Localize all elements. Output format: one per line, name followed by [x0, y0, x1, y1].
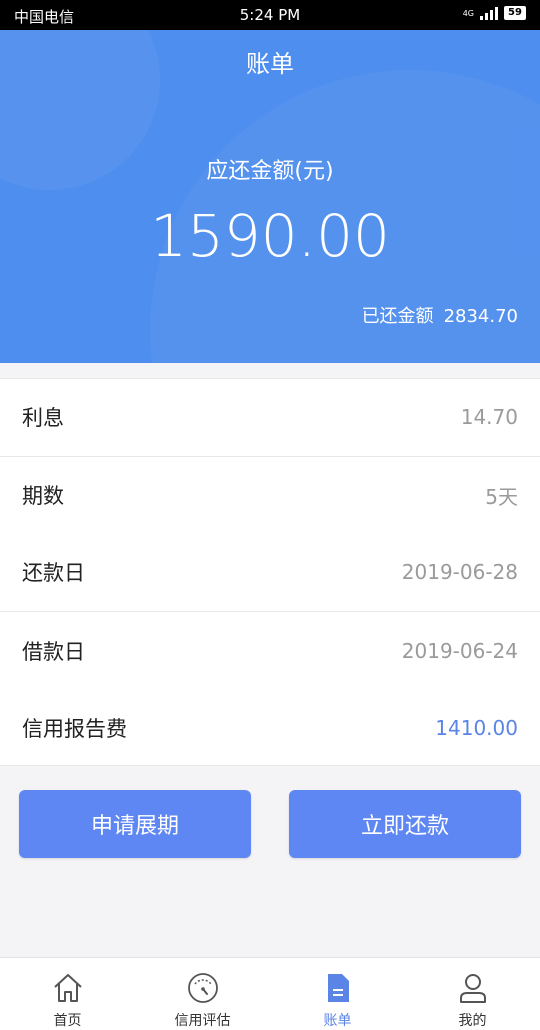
page-title: 账单: [246, 50, 294, 78]
detail-value: 2019-06-28: [401, 560, 518, 585]
paid-amount-row: 已还金额 2834.70: [362, 302, 518, 328]
detail-label: 期数: [22, 484, 64, 509]
detail-value: 2019-06-24: [401, 638, 518, 663]
clock: 5:24 PM: [239, 6, 301, 24]
detail-value: 14.70: [460, 405, 518, 430]
home-icon: [53, 974, 82, 1002]
user-icon: [459, 974, 486, 1003]
status-icons: 4G 59: [463, 6, 526, 20]
tab-label: 账单: [323, 1013, 352, 1029]
due-amount-label: 应还金额(元): [206, 159, 334, 184]
detail-label: 利息: [22, 406, 64, 431]
detail-row-interest: 利息 14.70: [0, 379, 540, 457]
detail-label: 信用报告费: [22, 717, 127, 742]
apply-extension-button[interactable]: 申请展期: [19, 790, 251, 858]
detail-value: 5天: [485, 484, 518, 509]
detail-label: 还款日: [22, 561, 85, 586]
tab-credit-assessment[interactable]: 信用评估: [135, 958, 270, 1030]
detail-row-term: 期数 5天: [0, 457, 540, 535]
bill-icon: [327, 974, 349, 1002]
paid-amount-label: 已还金额: [361, 306, 434, 327]
network-type: 4G: [462, 8, 474, 18]
tab-label: 信用评估: [174, 1013, 231, 1029]
tab-bill[interactable]: 账单: [270, 958, 405, 1030]
detail-row-loan-date: 借款日 2019-06-24: [0, 612, 540, 690]
detail-label: 借款日: [22, 639, 85, 664]
bill-details: 利息 14.70 期数 5天 还款日 2019-06-28 借款日 2019-0…: [0, 378, 540, 766]
battery-icon: 59: [504, 6, 526, 20]
tab-label: 我的: [458, 1013, 487, 1029]
tab-mine[interactable]: 我的: [405, 958, 540, 1030]
bill-summary-header: 账单 应还金额(元) 1590.00 已还金额 2834.70: [0, 30, 540, 363]
tab-label: 首页: [53, 1013, 82, 1029]
detail-row-credit-report-fee: 信用报告费 1410.00: [0, 689, 540, 767]
detail-row-due-date: 还款日 2019-06-28: [0, 534, 540, 612]
signal-icon: [480, 6, 498, 20]
paid-amount: 2834.70: [443, 306, 518, 327]
due-amount: 1590.00: [150, 202, 390, 270]
detail-value: 1410.00: [435, 716, 518, 741]
repay-now-button[interactable]: 立即还款: [289, 790, 521, 858]
status-bar: 中国电信 5:24 PM 4G 59: [0, 0, 540, 30]
tab-home[interactable]: 首页: [0, 958, 135, 1030]
bottom-tab-bar: 首页 信用评估 账单 我的: [0, 957, 540, 1030]
gauge-icon: [187, 973, 218, 1003]
